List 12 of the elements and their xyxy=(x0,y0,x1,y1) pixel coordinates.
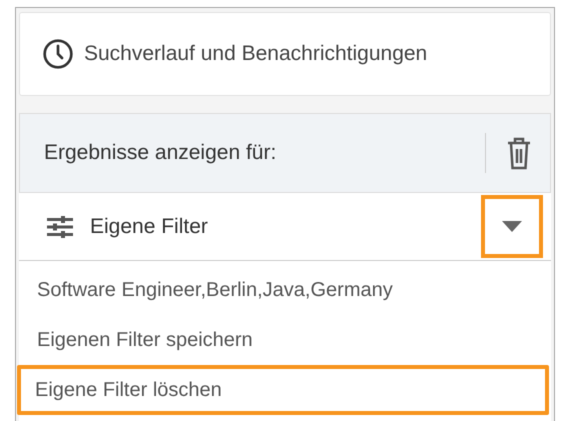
filter-select[interactable]: Eigene Filter xyxy=(19,193,551,261)
results-heading: Ergebnisse anzeigen für: xyxy=(44,140,278,166)
menu-item[interactable]: Software Engineer,Berlin,Java,Germany xyxy=(19,265,551,315)
menu-item[interactable]: Eigenen Filter speichern xyxy=(19,315,551,365)
dropdown-toggle[interactable] xyxy=(481,195,543,258)
filter-value: Eigene Filter xyxy=(90,214,209,240)
caret-down-icon xyxy=(502,221,522,232)
trash-icon[interactable] xyxy=(506,135,532,171)
menu-item[interactable]: Eigene Filter löschen xyxy=(17,365,549,415)
history-button[interactable]: Suchverlauf und Benachrichtigungen xyxy=(19,12,551,96)
sliders-icon xyxy=(47,216,73,238)
clock-icon xyxy=(42,38,74,70)
